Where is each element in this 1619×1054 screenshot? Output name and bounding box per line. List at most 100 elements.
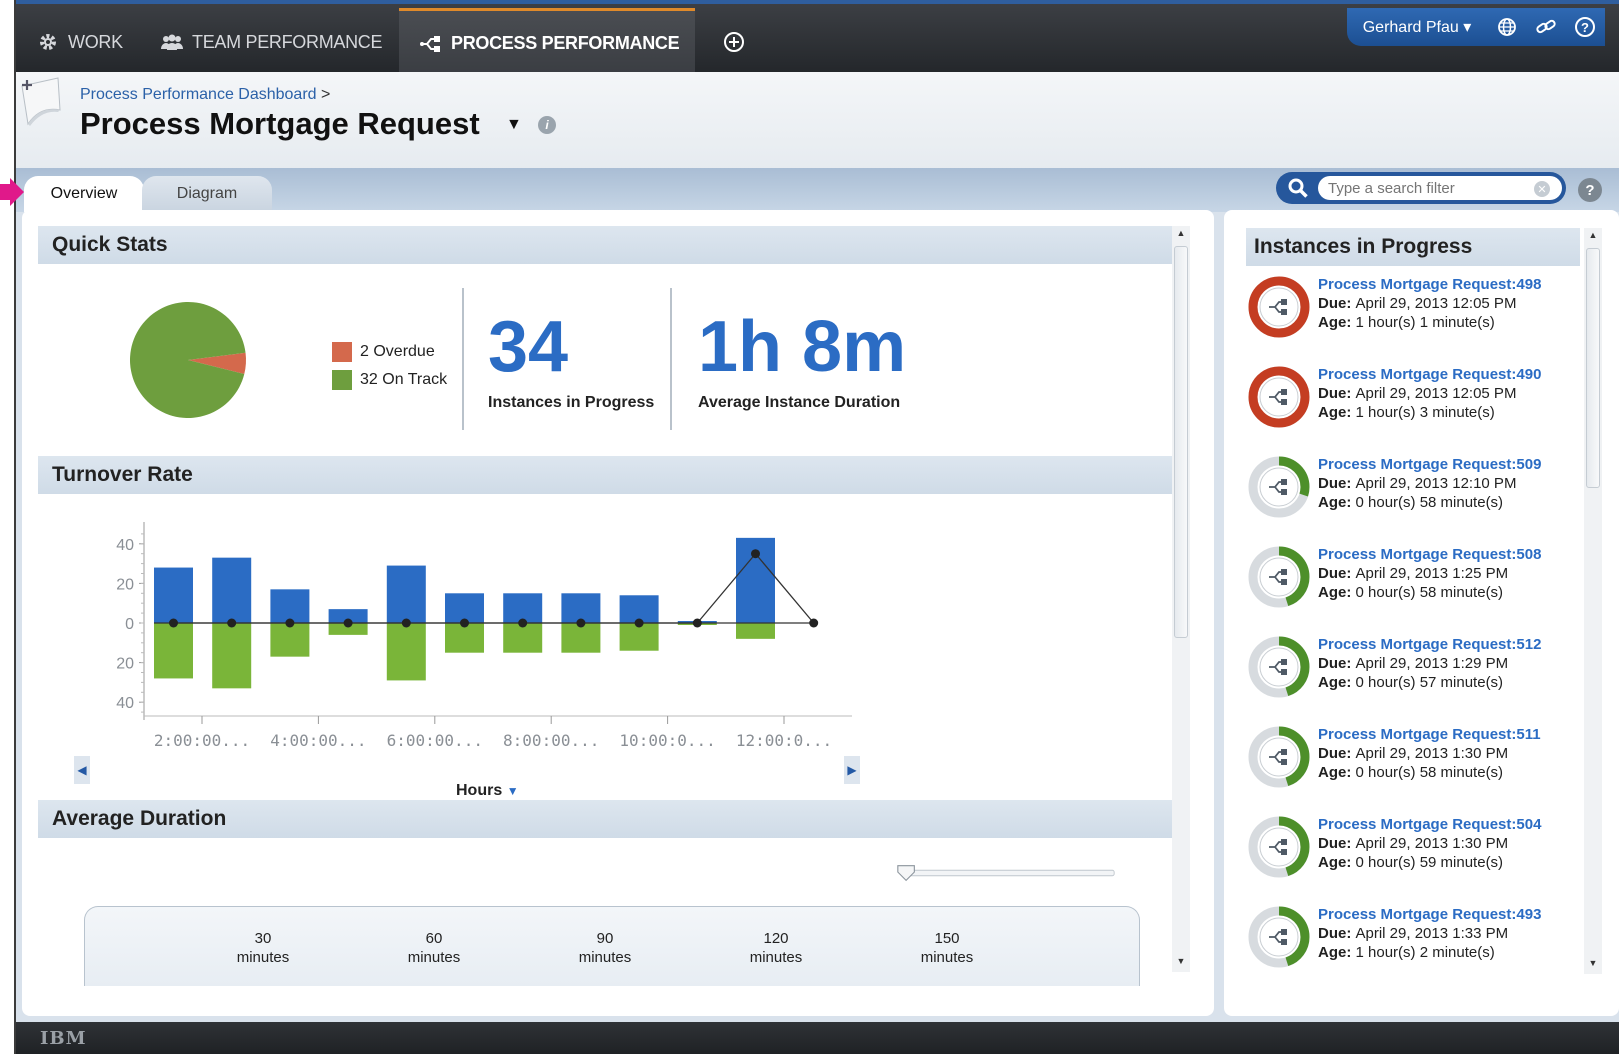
instance-due: Due: April 29, 2013 1:30 PM [1318, 835, 1508, 852]
breadcrumb-link-dashboard[interactable]: Process Performance Dashboard [80, 86, 317, 103]
instance-link[interactable]: Process Mortgage Request:490 [1318, 366, 1541, 383]
nav-tab-work-label: WORK [68, 31, 123, 52]
line-point[interactable] [518, 618, 528, 628]
new-page-icon[interactable] [20, 76, 62, 142]
instance-item[interactable]: Process Mortgage Request:493 Due: April 2… [1248, 906, 1588, 980]
line-point[interactable] [460, 618, 469, 628]
instances-scrollbar[interactable]: ▲ ▼ [1584, 228, 1602, 974]
instance-link[interactable]: Process Mortgage Request:509 [1318, 456, 1541, 473]
due-value: April 29, 2013 12:05 PM [1355, 385, 1517, 402]
line-point[interactable] [809, 618, 819, 628]
breadcrumb-separator: > [321, 86, 331, 103]
globe-icon[interactable] [1496, 16, 1518, 38]
help-icon[interactable]: ? [1574, 16, 1596, 38]
age-label: Age: [1318, 494, 1356, 511]
bar-negative[interactable] [736, 623, 775, 639]
tab-diagram[interactable]: Diagram [142, 176, 272, 212]
gear-icon [36, 32, 60, 52]
instance-age: Age: 1 hour(s) 1 minute(s) [1318, 314, 1495, 331]
instance-link[interactable]: Process Mortgage Request:508 [1318, 546, 1541, 563]
bar-positive[interactable] [212, 557, 252, 623]
line-point[interactable] [634, 618, 644, 628]
nav-tab-process-performance[interactable]: PROCESS PERFORMANCE [399, 8, 695, 76]
instance-item[interactable]: Process Mortgage Request:508 Due: April 2… [1248, 546, 1588, 620]
instance-item[interactable]: Process Mortgage Request:509 Due: April 2… [1248, 456, 1588, 530]
instance-item[interactable]: Process Mortgage Request:511 Due: April 2… [1248, 726, 1588, 800]
duration-tick: 60 minutes [407, 930, 461, 966]
bar-positive[interactable] [270, 589, 310, 623]
age-value: 0 hour(s) 58 minute(s) [1355, 764, 1504, 781]
nav-tab-team-performance[interactable]: TEAM PERFORMANCE [160, 8, 383, 76]
line-point[interactable] [692, 618, 702, 628]
instance-link[interactable]: Process Mortgage Request:504 [1318, 816, 1541, 833]
on-track-status-ring-icon [1248, 456, 1310, 518]
line-point[interactable] [401, 618, 411, 628]
chart-next-button[interactable]: ▶ [844, 756, 860, 784]
age-value: 1 hour(s) 1 minute(s) [1355, 314, 1495, 331]
instance-item[interactable]: Process Mortgage Request:512 Due: April 2… [1248, 636, 1588, 710]
instance-due: Due: April 29, 2013 12:05 PM [1318, 385, 1516, 402]
title-dropdown-caret-icon[interactable]: ▼ [506, 116, 522, 134]
instance-link[interactable]: Process Mortgage Request:512 [1318, 636, 1541, 653]
left-edge [0, 0, 16, 1054]
instances-scroll-thumb[interactable] [1586, 248, 1600, 488]
due-value: April 29, 2013 1:30 PM [1355, 835, 1509, 852]
age-value: 1 hour(s) 3 minute(s) [1355, 404, 1495, 421]
bar-negative[interactable] [154, 623, 193, 679]
page-help-icon[interactable]: ? [1578, 178, 1602, 202]
instance-link[interactable]: Process Mortgage Request:511 [1318, 726, 1541, 743]
legend-overdue-label: Overdue [373, 343, 435, 360]
instance-age: Age: 0 hour(s) 57 minute(s) [1318, 674, 1503, 691]
chart-prev-button[interactable]: ◀ [74, 756, 90, 784]
scroll-up-icon[interactable]: ▲ [1588, 230, 1598, 240]
instance-age: Age: 1 hour(s) 3 minute(s) [1318, 404, 1495, 421]
legend-swatch-overdue [332, 342, 352, 362]
search-box [1276, 172, 1566, 204]
instance-age: Age: 0 hour(s) 59 minute(s) [1318, 854, 1503, 871]
clear-search-icon[interactable]: ✕ [1534, 181, 1550, 197]
instance-link[interactable]: Process Mortgage Request:498 [1318, 276, 1541, 293]
team-icon [160, 32, 184, 52]
average-duration-value: 1h 8m [698, 307, 907, 387]
main-scroll-thumb[interactable] [1174, 246, 1188, 638]
instance-item[interactable]: Process Mortgage Request:490 Due: April 2… [1248, 366, 1588, 440]
age-label: Age: [1318, 944, 1356, 961]
line-point[interactable] [285, 618, 295, 628]
due-label: Due: [1318, 835, 1356, 852]
bar-positive[interactable] [386, 565, 426, 623]
x-tick-label: 12:00:0... [736, 731, 832, 750]
bar-negative[interactable] [386, 623, 426, 681]
search-input[interactable] [1318, 176, 1562, 200]
scroll-down-icon[interactable]: ▼ [1588, 958, 1598, 968]
scroll-down-icon[interactable]: ▼ [1176, 956, 1186, 966]
line-point[interactable] [576, 618, 586, 628]
line-point[interactable] [169, 618, 178, 628]
quick-stats-header: Quick Stats [38, 226, 1172, 264]
x-tick-label: 6:00:00... [387, 731, 483, 750]
duration-slider[interactable] [874, 862, 1138, 884]
hours-selector[interactable]: Hours ▼ [456, 782, 519, 800]
instance-item[interactable]: Process Mortgage Request:498 Due: April 2… [1248, 276, 1588, 350]
top-nav-bar: WORK TEAM PERFORMANCE PROCESS PERFORMANC… [16, 0, 1619, 76]
line-point[interactable] [751, 549, 760, 559]
tab-overview[interactable]: Overview [24, 176, 144, 212]
bar-negative[interactable] [270, 623, 310, 657]
bar-positive[interactable] [154, 567, 193, 623]
search-icon[interactable] [1288, 178, 1308, 198]
on-track-status-ring-icon [1248, 546, 1310, 608]
nav-tab-work[interactable]: WORK [36, 8, 123, 76]
scroll-up-icon[interactable]: ▲ [1176, 228, 1186, 238]
info-icon[interactable]: i [538, 116, 556, 134]
main-scrollbar[interactable]: ▲ ▼ [1172, 226, 1190, 972]
instance-item[interactable]: Process Mortgage Request:504 Due: April 2… [1248, 816, 1588, 890]
line-point[interactable] [343, 618, 353, 628]
x-tick-label: 10:00:0... [619, 731, 715, 750]
line-point[interactable] [227, 618, 237, 628]
user-menu[interactable]: Gerhard Pfau ▾ [1347, 8, 1487, 46]
add-tab-button[interactable] [722, 8, 754, 76]
instance-link[interactable]: Process Mortgage Request:493 [1318, 906, 1541, 923]
bar-negative[interactable] [212, 623, 252, 689]
link-icon[interactable] [1535, 16, 1557, 38]
on-track-status-ring-icon [1248, 816, 1310, 878]
instance-age: Age: 0 hour(s) 58 minute(s) [1318, 764, 1503, 781]
